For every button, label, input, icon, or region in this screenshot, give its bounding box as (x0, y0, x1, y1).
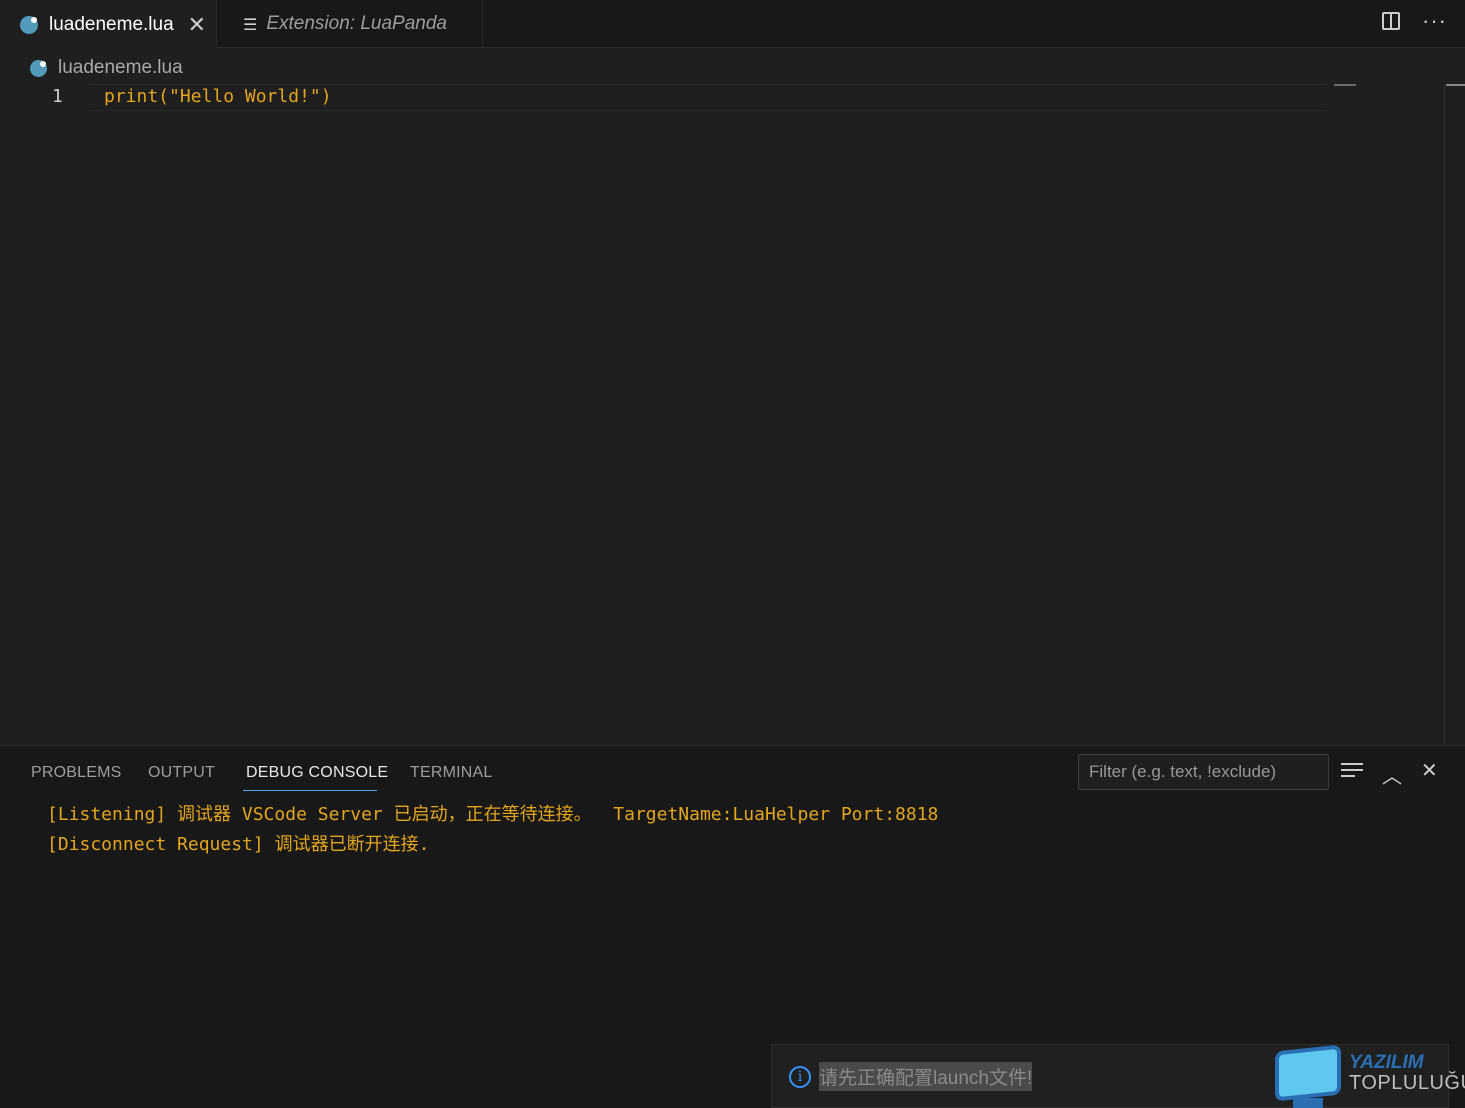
notification-message: 请先正确配置launch文件! (819, 1062, 1033, 1091)
watermark-logo-icon (1275, 1044, 1341, 1102)
watermark-text: YAZILIM (1349, 1052, 1424, 1073)
maximize-panel-icon[interactable]: ︿ (1382, 760, 1402, 789)
tab-output[interactable]: OUTPUT (148, 764, 215, 782)
tab-extension-luapanda[interactable]: ☰ Extension: LuaPanda (217, 0, 483, 48)
scrollbar-thumb[interactable] (1446, 84, 1465, 86)
console-line: [Disconnect Request] 调试器已断开连接. (47, 834, 430, 855)
watermark-text: TOPLULUĞU (1349, 1072, 1465, 1094)
tab-problems[interactable]: PROBLEMS (31, 764, 122, 782)
active-tab-indicator (243, 790, 377, 791)
tab-terminal[interactable]: TERMINAL (410, 764, 493, 782)
lua-file-icon (20, 15, 38, 34)
info-icon: i (789, 1066, 811, 1088)
filter-input[interactable]: Filter (e.g. text, !exclude) (1078, 754, 1329, 790)
line-number: 1 (52, 86, 63, 107)
editor-scrollbar[interactable] (1444, 84, 1445, 744)
lua-file-icon (30, 59, 47, 77)
code-editor[interactable]: 1 print("Hello World!") (0, 84, 1465, 744)
watermark-logo-stand (1293, 1098, 1323, 1108)
editor-tab-bar: luadeneme.lua ✕ ☰ Extension: LuaPanda ··… (0, 0, 1465, 49)
close-panel-icon[interactable]: ✕ (1421, 758, 1438, 783)
close-icon[interactable]: ✕ (188, 13, 206, 36)
split-editor-icon[interactable] (1382, 12, 1401, 30)
minimap-line (1334, 84, 1356, 86)
breadcrumb[interactable]: luadeneme.lua (30, 55, 183, 81)
console-line: [Listening] 调试器 VSCode Server 已启动，正在等待连接… (47, 804, 939, 825)
editor-actions: ··· (1382, 10, 1447, 32)
breadcrumb-file[interactable]: luadeneme.lua (58, 57, 183, 79)
preview-icon: ☰ (243, 14, 258, 34)
tab-label: luadeneme.lua (49, 13, 174, 35)
code-line[interactable]: print("Hello World!") (104, 86, 332, 107)
more-actions-icon[interactable]: ··· (1422, 10, 1447, 32)
tab-label: Extension: LuaPanda (266, 13, 447, 34)
clear-console-icon[interactable] (1341, 763, 1363, 781)
tab-debug-console[interactable]: DEBUG CONSOLE (246, 764, 388, 782)
notification-toast: i 请先正确配置launch文件! (771, 1044, 1449, 1108)
tab-luadeneme[interactable]: luadeneme.lua ✕ (0, 0, 217, 49)
